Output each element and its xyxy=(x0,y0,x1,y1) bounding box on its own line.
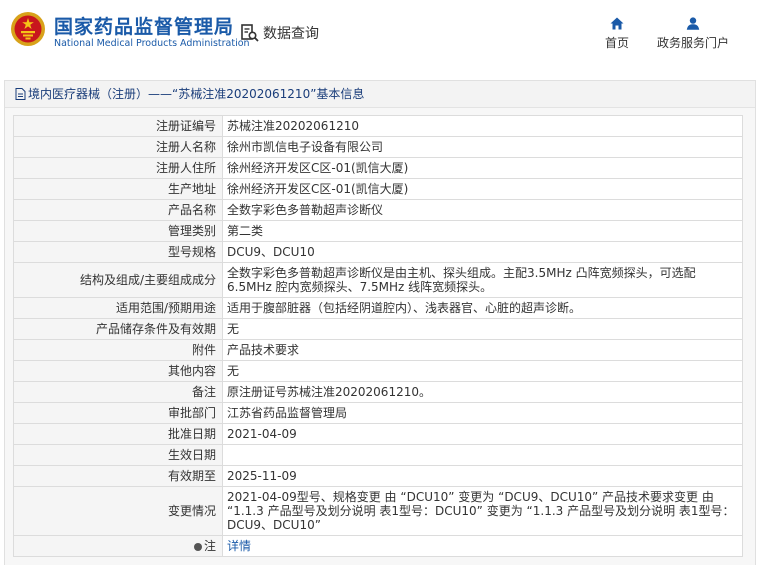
row-value: 2021-04-09 xyxy=(222,423,743,445)
site-header: 国家药品监督管理局 National Medical Products Admi… xyxy=(0,0,763,68)
table-row: 变更情况 2021-04-09型号、规格变更 由 “DCU10” 变更为 “DC… xyxy=(13,486,743,536)
table-row-note: 注 详情 xyxy=(13,535,743,557)
row-value: 徐州市凯信电子设备有限公司 xyxy=(222,136,743,158)
national-emblem-icon xyxy=(11,12,45,46)
site-title: 国家药品监督管理局 xyxy=(54,16,235,38)
note-label-cell: 注 xyxy=(13,535,223,557)
table-row: 注册证编号 苏械注准20202061210 xyxy=(13,115,743,137)
table-row: 型号规格 DCU9、DCU10 xyxy=(13,241,743,263)
info-table: 注册证编号 苏械注准20202061210 注册人名称 徐州市凯信电子设备有限公… xyxy=(13,115,743,557)
row-label: 注册证编号 xyxy=(13,115,223,137)
table-row: 其他内容 无 xyxy=(13,360,743,382)
row-value: 无 xyxy=(222,318,743,340)
row-value: 2025-11-09 xyxy=(222,465,743,487)
row-label: 注册人名称 xyxy=(13,136,223,158)
row-value: 适用于腹部脏器（包括经阴道腔内）、浅表器官、心脏的超声诊断。 xyxy=(222,297,743,319)
row-label: 适用范围/预期用途 xyxy=(13,297,223,319)
note-label: 注 xyxy=(203,539,216,553)
detail-panel: 境内医疗器械（注册）——“苏械注准20202061210”基本信息 注册证编号 … xyxy=(4,80,756,565)
row-value: 原注册证号苏械注准20202061210。 xyxy=(222,381,743,403)
panel-title: 境内医疗器械（注册）——“苏械注准20202061210”基本信息 xyxy=(5,81,755,108)
row-label: 批准日期 xyxy=(13,423,223,445)
note-value-cell: 详情 xyxy=(222,535,743,557)
row-label: 审批部门 xyxy=(13,402,223,424)
table-row: 注册人名称 徐州市凯信电子设备有限公司 xyxy=(13,136,743,158)
row-value: 徐州经济开发区C区-01(凯信大厦) xyxy=(222,178,743,200)
table-row: 批准日期 2021-04-09 xyxy=(13,423,743,445)
row-label: 产品储存条件及有效期 xyxy=(13,318,223,340)
row-value: 第二类 xyxy=(222,220,743,242)
row-label: 变更情况 xyxy=(13,486,223,536)
row-value: 全数字彩色多普勒超声诊断仪是由主机、探头组成。主配3.5MHz 凸阵宽频探头，可… xyxy=(222,262,743,298)
nav-service-label: 政务服务门户 xyxy=(656,36,729,50)
bulb-icon xyxy=(193,542,202,551)
row-label: 其他内容 xyxy=(13,360,223,382)
table-row: 适用范围/预期用途 适用于腹部脏器（包括经阴道腔内）、浅表器官、心脏的超声诊断。 xyxy=(13,297,743,319)
data-query-label: 数据查询 xyxy=(263,26,319,42)
row-value: 全数字彩色多普勒超声诊断仪 xyxy=(222,199,743,221)
data-query-link[interactable]: 数据查询 xyxy=(240,23,319,43)
row-value: 江苏省药品监督管理局 xyxy=(222,402,743,424)
row-value: 产品技术要求 xyxy=(222,339,743,361)
nav-home-label: 首页 xyxy=(604,36,629,50)
row-value: DCU9、DCU10 xyxy=(222,241,743,263)
row-label: 注册人住所 xyxy=(13,157,223,179)
table-row: 生效日期 xyxy=(13,444,743,466)
table-row: 备注 原注册证号苏械注准20202061210。 xyxy=(13,381,743,403)
table-row: 审批部门 江苏省药品监督管理局 xyxy=(13,402,743,424)
home-icon xyxy=(610,17,624,30)
detail-link[interactable]: 详情 xyxy=(227,539,251,553)
table-row: 产品储存条件及有效期 无 xyxy=(13,318,743,340)
document-search-icon xyxy=(241,24,259,42)
row-value: 苏械注准20202061210 xyxy=(222,115,743,137)
table-row: 注册人住所 徐州经济开发区C区-01(凯信大厦) xyxy=(13,157,743,179)
nav-home[interactable]: 首页 xyxy=(602,17,632,51)
panel-title-text: 境内医疗器械（注册）——“苏械注准20202061210”基本信息 xyxy=(28,87,365,101)
nav-service-portal[interactable]: 政务服务门户 xyxy=(655,17,731,51)
row-label: 生产地址 xyxy=(13,178,223,200)
row-label: 附件 xyxy=(13,339,223,361)
row-label: 备注 xyxy=(13,381,223,403)
table-row: 结构及组成/主要组成成分 全数字彩色多普勒超声诊断仪是由主机、探头组成。主配3.… xyxy=(13,262,743,298)
row-value: 徐州经济开发区C区-01(凯信大厦) xyxy=(222,157,743,179)
row-value xyxy=(222,444,743,466)
row-value: 无 xyxy=(222,360,743,382)
row-label: 型号规格 xyxy=(13,241,223,263)
user-icon xyxy=(686,17,700,30)
document-icon xyxy=(15,88,26,100)
table-row: 有效期至 2025-11-09 xyxy=(13,465,743,487)
row-label: 有效期至 xyxy=(13,465,223,487)
row-label: 管理类别 xyxy=(13,220,223,242)
row-label: 生效日期 xyxy=(13,444,223,466)
table-row: 管理类别 第二类 xyxy=(13,220,743,242)
row-label: 产品名称 xyxy=(13,199,223,221)
table-row: 附件 产品技术要求 xyxy=(13,339,743,361)
site-subtitle: National Medical Products Administration xyxy=(54,38,250,49)
row-label: 结构及组成/主要组成成分 xyxy=(13,262,223,298)
row-value: 2021-04-09型号、规格变更 由 “DCU10” 变更为 “DCU9、DC… xyxy=(222,486,743,536)
table-row: 产品名称 全数字彩色多普勒超声诊断仪 xyxy=(13,199,743,221)
table-row: 生产地址 徐州经济开发区C区-01(凯信大厦) xyxy=(13,178,743,200)
